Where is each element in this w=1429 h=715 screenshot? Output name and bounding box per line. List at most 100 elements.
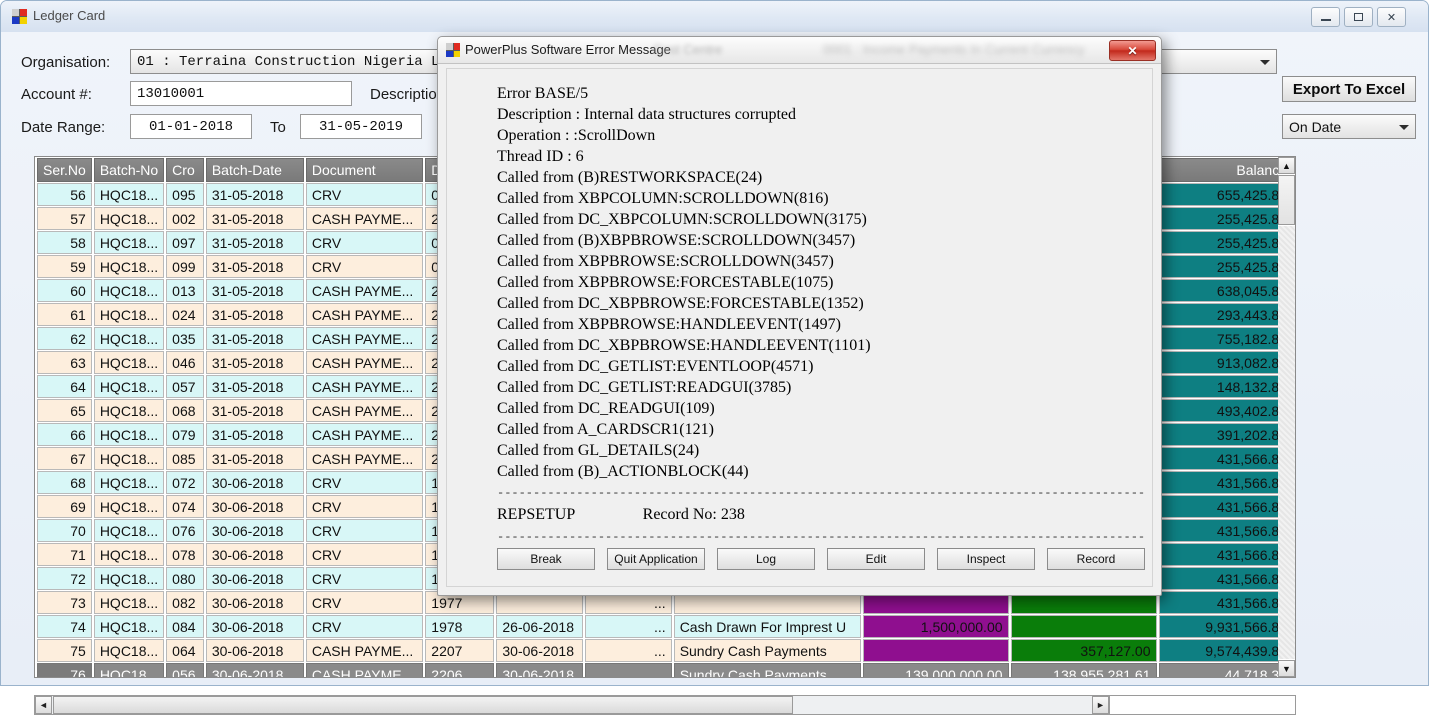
cell-credit[interactable]: [1011, 615, 1157, 638]
date-from-input[interactable]: 01-01-2018: [130, 114, 252, 139]
scroll-down-button[interactable]: ▼: [1278, 660, 1295, 677]
cell-bal[interactable]: 255,425.86: [1159, 207, 1294, 230]
cell-bdate[interactable]: 31-05-2018: [206, 279, 304, 302]
cell-narr[interactable]: Sundry Cash Payments: [674, 639, 861, 662]
cell-ser[interactable]: 58: [37, 231, 92, 254]
cell-batch[interactable]: HQC18...: [94, 231, 164, 254]
cell-bal[interactable]: 9,931,566.86: [1159, 615, 1294, 638]
scroll-right-button[interactable]: ►: [1092, 696, 1109, 714]
cell-cro[interactable]: 085: [166, 447, 204, 470]
cell-ser[interactable]: 62: [37, 327, 92, 350]
cell-batch[interactable]: HQC18...: [94, 591, 164, 614]
cell-dno[interactable]: 2207: [425, 639, 494, 662]
cell-bal[interactable]: 9,574,439.86: [1159, 639, 1294, 662]
cell-ser[interactable]: 70: [37, 519, 92, 542]
cell-doc[interactable]: CASH PAYME...: [306, 447, 423, 470]
cell-doc[interactable]: CRV: [306, 183, 423, 206]
cell-bdate[interactable]: 30-06-2018: [206, 543, 304, 566]
cell-debit[interactable]: 1,500,000.00: [863, 615, 1009, 638]
cell-bdate[interactable]: 31-05-2018: [206, 183, 304, 206]
cell-batch[interactable]: HQC18...: [94, 399, 164, 422]
cell-batch[interactable]: HQC18...: [94, 423, 164, 446]
cell-doc[interactable]: CRV: [306, 495, 423, 518]
cell-doc[interactable]: CRV: [306, 567, 423, 590]
cell-doc[interactable]: CRV: [306, 231, 423, 254]
cell-doc[interactable]: CRV: [306, 543, 423, 566]
column-header-batch-no[interactable]: Batch-No: [94, 158, 164, 182]
cell-bal[interactable]: 293,443.86: [1159, 303, 1294, 326]
cell-ser[interactable]: 60: [37, 279, 92, 302]
cell-ddate[interactable]: 26-06-2018: [496, 615, 583, 638]
cell-bal[interactable]: 638,045.86: [1159, 279, 1294, 302]
cell-doc[interactable]: CRV: [306, 255, 423, 278]
cell-bdate[interactable]: 31-05-2018: [206, 255, 304, 278]
cell-cro[interactable]: 097: [166, 231, 204, 254]
minimize-button[interactable]: [1311, 7, 1340, 27]
cell-cro[interactable]: 095: [166, 183, 204, 206]
cell-cro[interactable]: 057: [166, 375, 204, 398]
cell-bdate[interactable]: 30-06-2018: [206, 495, 304, 518]
cell-batch[interactable]: HQC18...: [94, 183, 164, 206]
cell-cro[interactable]: 074: [166, 495, 204, 518]
vertical-scroll-thumb[interactable]: [1278, 175, 1295, 225]
cell-dno[interactable]: 1978: [425, 615, 494, 638]
cell-cro[interactable]: 084: [166, 615, 204, 638]
cell-doc[interactable]: CRV: [306, 519, 423, 542]
cell-cro[interactable]: 013: [166, 279, 204, 302]
column-header-balance[interactable]: Balance: [1159, 158, 1294, 182]
break-button[interactable]: Break: [497, 548, 595, 570]
cell-cro[interactable]: 064: [166, 639, 204, 662]
cell-cro[interactable]: 082: [166, 591, 204, 614]
cell-cro[interactable]: 072: [166, 471, 204, 494]
column-header-batch-date[interactable]: Batch-Date: [206, 158, 304, 182]
cell-bal[interactable]: 431,566.86: [1159, 591, 1294, 614]
grid-vertical-scrollbar[interactable]: ▲ ▼: [1278, 157, 1295, 677]
cell-bal[interactable]: 431,566.86: [1159, 471, 1294, 494]
cell-narr[interactable]: Cash Drawn For Imprest U: [674, 615, 861, 638]
cell-doc[interactable]: CASH PAYME...: [306, 639, 423, 662]
column-header-document[interactable]: Document: [306, 158, 423, 182]
cell-cro[interactable]: 035: [166, 327, 204, 350]
cell-batch[interactable]: HQC18...: [94, 639, 164, 662]
inspect-button[interactable]: Inspect: [937, 548, 1035, 570]
cell-batch[interactable]: HQC18...: [94, 351, 164, 374]
cell-bdate[interactable]: 31-05-2018: [206, 351, 304, 374]
cell-ser[interactable]: 56: [37, 183, 92, 206]
cell-batch[interactable]: HQC18...: [94, 543, 164, 566]
cell-bal[interactable]: 655,425.86: [1159, 183, 1294, 206]
maximize-button[interactable]: [1344, 7, 1373, 27]
cell-bdate[interactable]: 31-05-2018: [206, 207, 304, 230]
cell-ser[interactable]: 66: [37, 423, 92, 446]
cell-cro[interactable]: 076: [166, 519, 204, 542]
edit-button[interactable]: Edit: [827, 548, 925, 570]
cell-ser[interactable]: 68: [37, 471, 92, 494]
cell-batch[interactable]: HQC18...: [94, 567, 164, 590]
cell-cro[interactable]: 002: [166, 207, 204, 230]
cell-ser[interactable]: 73: [37, 591, 92, 614]
cell-bal[interactable]: 431,566.86: [1159, 519, 1294, 542]
cell-doc[interactable]: CASH PAYME...: [306, 327, 423, 350]
cell-doc[interactable]: CRV: [306, 591, 423, 614]
cell-bdate[interactable]: 30-06-2018: [206, 519, 304, 542]
cell-bdate[interactable]: 30-06-2018: [206, 615, 304, 638]
cell-bal[interactable]: 431,566.86: [1159, 543, 1294, 566]
cell-batch[interactable]: HQC18...: [94, 303, 164, 326]
cell-bdate[interactable]: 31-05-2018: [206, 399, 304, 422]
cell-ser[interactable]: 75: [37, 639, 92, 662]
cell-batch[interactable]: HQC18...: [94, 663, 164, 678]
record-button[interactable]: Record: [1047, 548, 1145, 570]
cell-bdate[interactable]: 30-06-2018: [206, 471, 304, 494]
cell-cro[interactable]: 080: [166, 567, 204, 590]
cell-ser[interactable]: 61: [37, 303, 92, 326]
cell-batch[interactable]: HQC18...: [94, 327, 164, 350]
cell-cro[interactable]: 099: [166, 255, 204, 278]
cell-ser[interactable]: 76: [37, 663, 92, 678]
cell-bdate[interactable]: 31-05-2018: [206, 231, 304, 254]
cell-doc[interactable]: CRV: [306, 615, 423, 638]
cell-bdate[interactable]: 30-06-2018: [206, 591, 304, 614]
cell-bdate[interactable]: 31-05-2018: [206, 303, 304, 326]
export-to-excel-button[interactable]: Export To Excel: [1282, 76, 1416, 102]
cell-narr[interactable]: Sundry Cash Payments: [674, 663, 861, 678]
cell-ser[interactable]: 74: [37, 615, 92, 638]
cell-bdate[interactable]: 30-06-2018: [206, 639, 304, 662]
